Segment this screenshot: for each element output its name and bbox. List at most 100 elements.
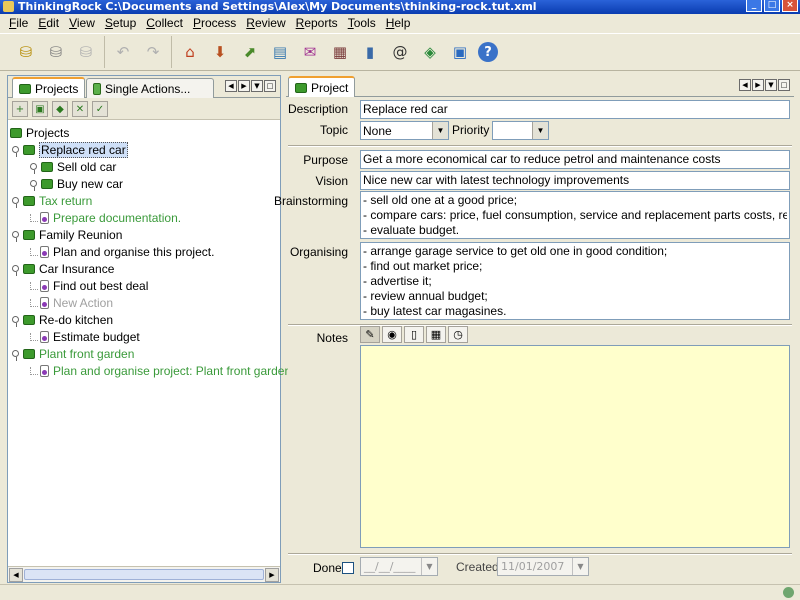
project-icon xyxy=(295,83,307,93)
editor-tab-list-icon[interactable]: ▼ xyxy=(765,79,777,91)
menu-edit[interactable]: Edit xyxy=(33,16,64,30)
scroll-left-icon[interactable]: ◀ xyxy=(9,568,23,582)
tree-expand-handle[interactable] xyxy=(12,265,19,276)
process-icon[interactable]: ⬇ xyxy=(208,40,232,64)
notes-area[interactable] xyxy=(360,345,790,548)
tab-left-arrow-icon[interactable]: ◀ xyxy=(225,80,237,92)
tree-item-label: Re-do kitchen xyxy=(39,312,114,327)
help-icon[interactable]: ? xyxy=(478,42,498,62)
edit-icon[interactable]: ✎ xyxy=(360,326,380,343)
priority-select[interactable]: ▼ xyxy=(492,121,549,140)
tree-connector xyxy=(30,366,38,375)
brainstorming-field[interactable]: - sell old one at a good price; - compare… xyxy=(360,191,790,239)
close-button[interactable]: × xyxy=(782,0,798,12)
delete-icon[interactable]: ✕ xyxy=(72,101,88,117)
tree-root-label: Projects xyxy=(26,125,70,140)
menu-help[interactable]: Help xyxy=(381,16,416,30)
minimize-button[interactable]: _ xyxy=(746,0,762,12)
export-icon[interactable]: ▦ xyxy=(328,40,352,64)
tree-project-item[interactable]: Plant front garden xyxy=(12,345,134,362)
tree-project-item[interactable]: Tax return xyxy=(12,192,92,209)
email-icon[interactable]: @ xyxy=(388,40,412,64)
archive-icon[interactable]: ▮ xyxy=(358,40,382,64)
topic-label: Topic xyxy=(319,123,348,137)
blocks-icon[interactable]: ▣ xyxy=(448,40,472,64)
database-gray-icon[interactable]: ⛁ xyxy=(44,40,68,64)
tree-action-item[interactable]: Plan and organise this project. xyxy=(30,243,214,260)
chevron-down-icon[interactable]: ▼ xyxy=(432,122,448,139)
menu-setup[interactable]: Setup xyxy=(100,16,141,30)
tree-project-item[interactable]: Family Reunion xyxy=(12,226,122,243)
add-project-icon[interactable]: + xyxy=(12,101,28,117)
organising-field[interactable]: - arrange garage service to get old one … xyxy=(360,242,790,320)
scroll-thumb[interactable] xyxy=(24,569,264,580)
menu-process[interactable]: Process xyxy=(188,16,241,30)
globe-icon[interactable]: ◉ xyxy=(382,326,402,343)
menu-tools[interactable]: Tools xyxy=(343,16,381,30)
purpose-field[interactable]: Get a more economical car to reduce petr… xyxy=(360,150,790,169)
tree-expand-handle[interactable] xyxy=(12,231,19,242)
tree-expand-handle[interactable] xyxy=(12,197,19,208)
redo-icon[interactable]: ↷ xyxy=(141,40,165,64)
tree-action-item[interactable]: New Action xyxy=(30,294,113,311)
tree-connector xyxy=(30,213,38,222)
topic-select[interactable]: None ▼ xyxy=(360,121,449,140)
tree-expand-handle[interactable] xyxy=(12,316,19,327)
done-date-field[interactable]: __/__/____ ▼ xyxy=(360,557,438,576)
action-icon xyxy=(40,330,49,343)
menu-reports[interactable]: Reports xyxy=(291,16,343,30)
tree-action-item[interactable]: Prepare documentation. xyxy=(30,209,181,226)
menu-collect[interactable]: Collect xyxy=(141,16,188,30)
tab-list-icon[interactable]: ▼ xyxy=(251,80,263,92)
organising-line: - advertise it; xyxy=(363,274,432,288)
editor-tab-right-arrow-icon[interactable]: ▶ xyxy=(752,79,764,91)
menu-file[interactable]: File xyxy=(4,16,33,30)
maximize-panel-icon[interactable]: □ xyxy=(264,80,276,92)
print-icon[interactable]: ▤ xyxy=(268,40,292,64)
done-checkbox[interactable] xyxy=(342,562,354,574)
add-subproject-icon[interactable]: ▣ xyxy=(32,101,48,117)
menu-view[interactable]: View xyxy=(64,16,100,30)
undo-icon[interactable]: ↶ xyxy=(111,40,135,64)
scroll-right-icon[interactable]: ▶ xyxy=(265,568,279,582)
tree-expand-handle[interactable] xyxy=(30,180,37,191)
tree-project-item[interactable]: Sell old car xyxy=(30,158,116,175)
chevron-down-icon[interactable]: ▼ xyxy=(532,122,548,139)
report-icon[interactable]: ✉ xyxy=(298,40,322,64)
tree-project-item[interactable]: Re-do kitchen xyxy=(12,311,113,328)
tab-projects[interactable]: Projects xyxy=(12,77,86,99)
tree-project-item[interactable]: Car Insurance xyxy=(12,260,114,277)
calendar-icon[interactable]: ▦ xyxy=(426,326,446,343)
database-icon[interactable]: ⛁ xyxy=(14,40,38,64)
tab-project[interactable]: Project xyxy=(288,76,356,98)
project-editor: Description Replace red car Topic None ▼… xyxy=(274,97,792,582)
editor-maximize-icon[interactable]: □ xyxy=(778,79,790,91)
database-disabled-icon[interactable]: ⛁ xyxy=(74,40,98,64)
collect-icon[interactable]: ⌂ xyxy=(178,40,202,64)
tree-expand-handle[interactable] xyxy=(30,163,37,174)
menu-review[interactable]: Review xyxy=(241,16,290,30)
description-field[interactable]: Replace red car xyxy=(360,100,790,119)
chevron-down-icon[interactable]: ▼ xyxy=(421,558,437,575)
tree-expand-handle[interactable] xyxy=(12,146,19,157)
mark-done-icon[interactable]: ✓ xyxy=(92,101,108,117)
add-action-icon[interactable]: ◆ xyxy=(52,101,68,117)
tree-horizontal-scrollbar[interactable]: ◀ ▶ xyxy=(8,566,280,582)
clock-icon[interactable]: ◷ xyxy=(448,326,468,343)
review-icon[interactable]: ⬈ xyxy=(238,40,262,64)
attach-icon[interactable]: ▯ xyxy=(404,326,424,343)
tab-single-actions[interactable]: Single Actions... xyxy=(86,78,214,98)
tree-project-item[interactable]: Buy new car xyxy=(30,175,123,192)
tree-project-item[interactable]: Replace red car xyxy=(12,141,128,158)
sync-icon[interactable]: ◈ xyxy=(418,40,442,64)
tab-right-arrow-icon[interactable]: ▶ xyxy=(238,80,250,92)
tree-root[interactable]: Projects xyxy=(10,124,69,141)
tree-expand-handle[interactable] xyxy=(12,350,19,361)
tree-item-label: Estimate budget xyxy=(53,329,140,344)
tree-action-item[interactable]: Find out best deal xyxy=(30,277,148,294)
tree-action-item[interactable]: Plan and organise project: Plant front g… xyxy=(30,362,291,379)
maximize-button[interactable]: □ xyxy=(764,0,780,12)
tree-action-item[interactable]: Estimate budget xyxy=(30,328,140,345)
editor-tab-left-arrow-icon[interactable]: ◀ xyxy=(739,79,751,91)
vision-field[interactable]: Nice new car with latest technology impr… xyxy=(360,171,790,190)
